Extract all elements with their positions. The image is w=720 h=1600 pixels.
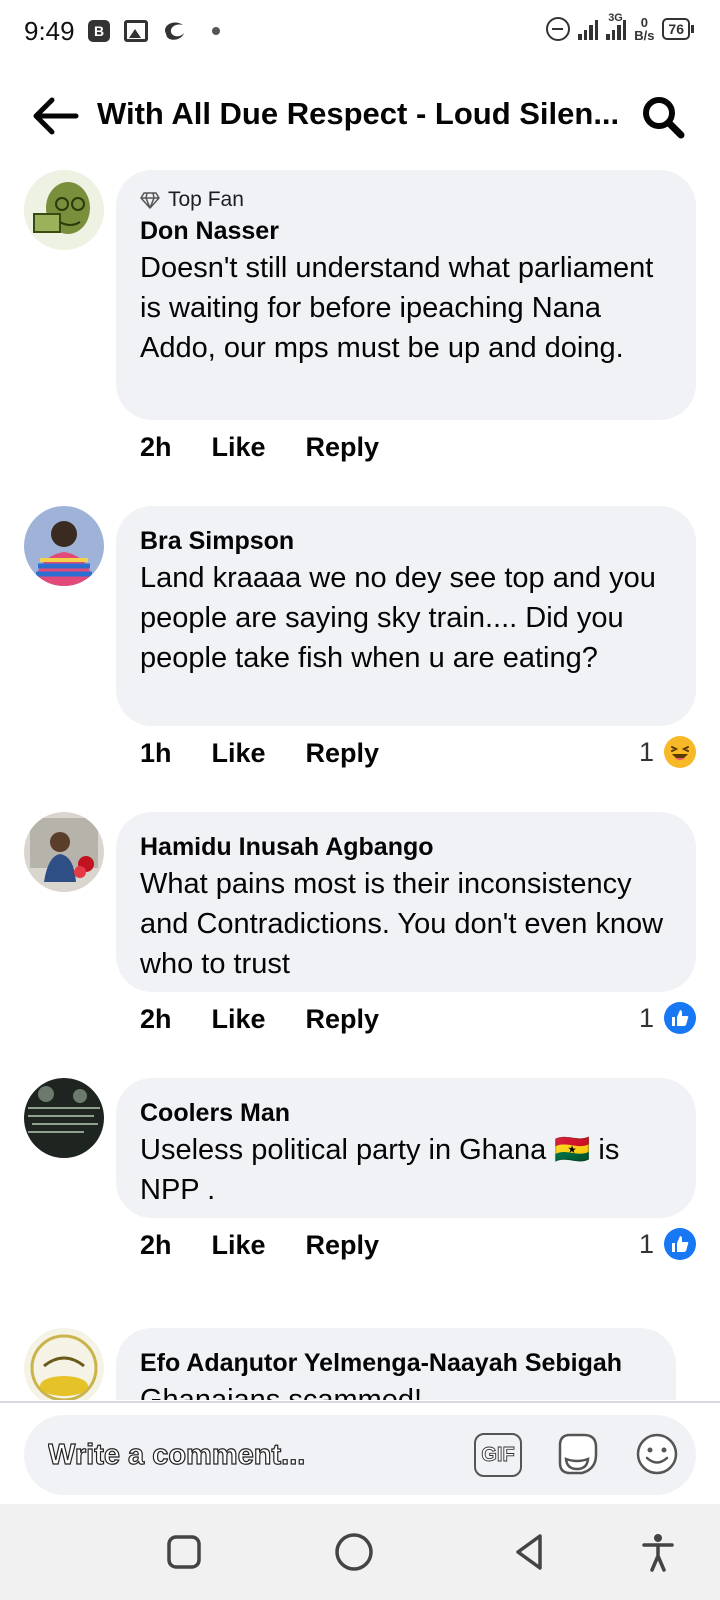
comment-time[interactable]: 2h bbox=[140, 432, 172, 463]
signal-icon bbox=[578, 18, 599, 40]
comment-time[interactable]: 2h bbox=[140, 1004, 172, 1035]
accessibility-icon[interactable] bbox=[636, 1530, 680, 1574]
gallery-icon bbox=[124, 20, 148, 42]
like-icon bbox=[664, 1228, 696, 1260]
status-bar: 9:49 B 3G 0 B/s 76 bbox=[0, 0, 720, 66]
avatar-image bbox=[24, 1328, 104, 1400]
reaction-summary[interactable]: 1 bbox=[639, 1228, 696, 1260]
badge-label: Top Fan bbox=[168, 188, 244, 211]
emoji-icon[interactable] bbox=[632, 1429, 682, 1479]
haha-icon bbox=[664, 736, 696, 768]
comment: Efo Adaŋutor Yelmenga-Naayah Sebigah Gha… bbox=[0, 1328, 720, 1400]
like-icon bbox=[664, 1002, 696, 1034]
comment-text: Land kraaaa we no dey see top and you pe… bbox=[140, 562, 656, 674]
comment-text: Useless political party in Ghana 🇬🇭 is N… bbox=[140, 1134, 620, 1206]
reply-button[interactable]: Reply bbox=[306, 1004, 380, 1035]
comment-text: What pains most is their inconsistency a… bbox=[140, 868, 664, 980]
comment-author[interactable]: Don Nasser bbox=[140, 214, 672, 248]
sticker-icon[interactable] bbox=[552, 1429, 602, 1479]
system-nav-bar bbox=[0, 1504, 720, 1600]
reply-button[interactable]: Reply bbox=[306, 1230, 380, 1261]
avatar[interactable] bbox=[24, 812, 104, 892]
network-type: 3G bbox=[608, 12, 623, 24]
system-icons: 3G 0 B/s 76 bbox=[546, 12, 694, 42]
gif-button[interactable]: GIF bbox=[474, 1433, 522, 1477]
status-time: 9:49 bbox=[24, 16, 75, 46]
reaction-count: 1 bbox=[638, 1002, 654, 1033]
comment-bubble[interactable]: Coolers Man Useless political party in G… bbox=[116, 1078, 696, 1218]
home-icon[interactable] bbox=[332, 1530, 376, 1574]
avatar[interactable] bbox=[24, 1328, 104, 1400]
comment-author[interactable]: Efo Adaŋutor Yelmenga-Naayah Sebigah bbox=[140, 1346, 652, 1380]
swirl-app-icon bbox=[165, 22, 184, 40]
battery-icon: 76 bbox=[662, 18, 694, 40]
search-icon[interactable] bbox=[640, 94, 686, 140]
notification-icons: B bbox=[88, 19, 220, 43]
net-speed-unit: B/s bbox=[634, 28, 655, 43]
comment-bubble[interactable]: Efo Adaŋutor Yelmenga-Naayah Sebigah Gha… bbox=[116, 1328, 676, 1400]
avatar[interactable] bbox=[24, 1078, 104, 1158]
net-speed: 0 B/s bbox=[634, 16, 654, 42]
back-nav-icon[interactable] bbox=[508, 1530, 552, 1574]
like-button[interactable]: Like bbox=[212, 1004, 266, 1035]
avatar-image bbox=[24, 170, 104, 250]
reaction-count: 1 bbox=[638, 736, 654, 767]
reply-button[interactable]: Reply bbox=[306, 738, 380, 769]
comment-text: Doesn't still understand what parliament… bbox=[140, 252, 654, 364]
reaction-summary[interactable]: 1 bbox=[639, 1002, 696, 1034]
comment-bubble[interactable]: Top Fan Don Nasser Doesn't still underst… bbox=[116, 170, 696, 420]
do-not-disturb-icon bbox=[546, 17, 571, 41]
comment-input[interactable] bbox=[48, 1435, 428, 1475]
like-button[interactable]: Like bbox=[212, 738, 266, 769]
reply-button[interactable]: Reply bbox=[306, 432, 380, 463]
avatar[interactable] bbox=[24, 506, 104, 586]
header: With All Due Respect - Loud Silen... bbox=[0, 76, 720, 156]
avatar-image bbox=[24, 812, 104, 892]
signal-3g-icon: 3G bbox=[606, 12, 627, 40]
battery-level: 76 bbox=[668, 21, 684, 37]
comment-composer: GIF bbox=[24, 1415, 696, 1495]
comment-time[interactable]: 1h bbox=[140, 738, 172, 769]
app-badge-icon: B bbox=[88, 20, 110, 42]
reaction-summary[interactable]: 1 bbox=[639, 736, 696, 768]
comment-composer-bar: GIF bbox=[0, 1401, 720, 1504]
comment-time[interactable]: 2h bbox=[140, 1230, 172, 1261]
top-fan-badge: Top Fan bbox=[140, 188, 672, 212]
comment-author[interactable]: Hamidu Inusah Agbango bbox=[140, 830, 672, 864]
avatar-image bbox=[24, 506, 104, 586]
page-title: With All Due Respect - Loud Silen... bbox=[97, 96, 620, 131]
recents-icon[interactable] bbox=[162, 1530, 206, 1574]
diamond-icon bbox=[140, 192, 160, 209]
more-notifications-dot bbox=[212, 27, 220, 35]
comment-text: Ghanaians scammed! bbox=[140, 1384, 423, 1400]
avatar[interactable] bbox=[24, 170, 104, 250]
back-arrow-icon[interactable] bbox=[30, 94, 80, 138]
comment-bubble[interactable]: Hamidu Inusah Agbango What pains most is… bbox=[116, 812, 696, 992]
comment-actions: 2h Like Reply bbox=[140, 432, 379, 463]
avatar-image bbox=[24, 1078, 104, 1158]
comment-author[interactable]: Coolers Man bbox=[140, 1096, 672, 1130]
comment-bubble[interactable]: Bra Simpson Land kraaaa we no dey see to… bbox=[116, 506, 696, 726]
like-button[interactable]: Like bbox=[212, 432, 266, 463]
comment-author[interactable]: Bra Simpson bbox=[140, 524, 672, 558]
comment-actions: 1h Like Reply bbox=[140, 738, 379, 769]
like-button[interactable]: Like bbox=[212, 1230, 266, 1261]
comment-actions: 2h Like Reply bbox=[140, 1004, 379, 1035]
comment-actions: 2h Like Reply bbox=[140, 1230, 379, 1261]
reaction-count: 1 bbox=[638, 1228, 654, 1259]
